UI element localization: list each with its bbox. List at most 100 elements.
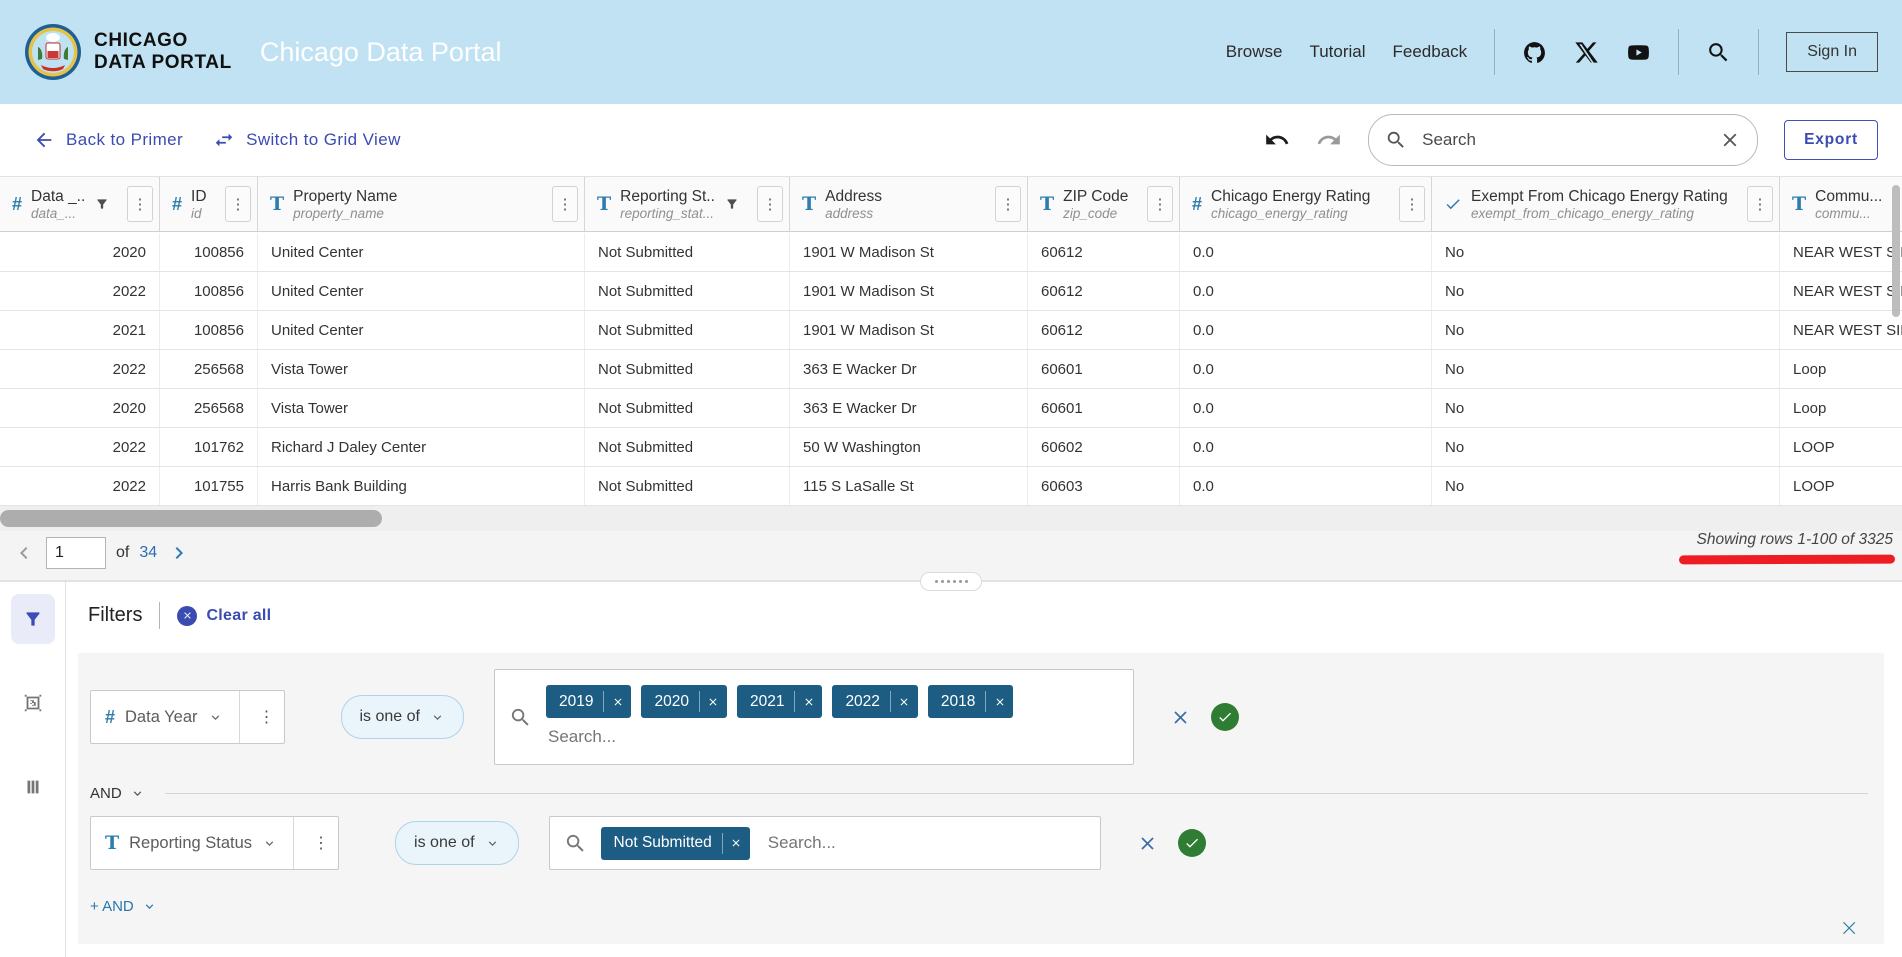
filters-tab-button[interactable]: [11, 594, 55, 644]
next-page-button[interactable]: [167, 541, 191, 565]
table-row[interactable]: 2022100856United CenterNot Submitted1901…: [0, 272, 1902, 311]
column-header[interactable]: TCommu...commu...: [1780, 177, 1902, 231]
table-row[interactable]: 2021100856United CenterNot Submitted1901…: [0, 311, 1902, 350]
filter-search-placeholder[interactable]: Search...: [768, 833, 836, 853]
remove-chip-button[interactable]: [723, 827, 750, 860]
filter-values-box[interactable]: 20192020202120222018Search...: [494, 669, 1134, 765]
column-header[interactable]: #IDid⋮: [160, 177, 258, 231]
clear-all-filters-button[interactable]: Clear all: [177, 606, 271, 626]
column-header[interactable]: #Chicago Energy Ratingchicago_energy_rat…: [1180, 177, 1432, 231]
number-type-icon: #: [105, 707, 115, 728]
filter-menu-button[interactable]: ⋮: [250, 691, 284, 743]
column-header[interactable]: TProperty Nameproperty_name⋮: [258, 177, 585, 231]
column-header[interactable]: #Data _...data_...⋮: [0, 177, 160, 231]
x-logo-icon[interactable]: [1574, 40, 1599, 65]
column-title: Exempt From Chicago Energy Rating: [1471, 188, 1728, 206]
table-row[interactable]: 2022101755Harris Bank BuildingNot Submit…: [0, 467, 1902, 506]
column-header[interactable]: TZIP Codezip_code⋮: [1028, 177, 1180, 231]
remove-chip-button[interactable]: [795, 685, 822, 718]
panel-drag-handle[interactable]: [920, 572, 982, 591]
column-menu-button[interactable]: ⋮: [757, 186, 783, 222]
table-cell: 0.0: [1180, 467, 1432, 505]
table-row[interactable]: 2020256568Vista TowerNot Submitted363 E …: [0, 389, 1902, 428]
columns-tab-button[interactable]: [11, 762, 55, 812]
clear-search-icon[interactable]: [1719, 129, 1741, 151]
close-filter-panel-button[interactable]: [1840, 918, 1860, 938]
column-menu-button[interactable]: ⋮: [1399, 186, 1425, 222]
remove-chip-button[interactable]: [604, 685, 631, 718]
column-menu-button[interactable]: ⋮: [1147, 186, 1173, 222]
youtube-icon[interactable]: [1626, 40, 1651, 65]
switch-to-grid-view-label: Switch to Grid View: [246, 130, 401, 150]
total-pages-link[interactable]: 34: [139, 544, 157, 562]
table-cell: 101762: [160, 428, 258, 466]
horizontal-scrollbar-track[interactable]: [0, 506, 1902, 531]
table-cell: 60612: [1028, 311, 1180, 349]
column-header[interactable]: TAddressaddress⋮: [790, 177, 1028, 231]
filter-chip: 2018: [928, 685, 1013, 718]
showing-rows-status: Showing rows 1-100 of 3325: [1697, 531, 1893, 549]
apply-filter-button[interactable]: [1211, 703, 1239, 731]
table-row[interactable]: 2022256568Vista TowerNot Submitted363 E …: [0, 350, 1902, 389]
filter-values-box[interactable]: Not SubmittedSearch...: [549, 816, 1101, 870]
table-cell: Not Submitted: [585, 389, 790, 427]
table-cell: 60602: [1028, 428, 1180, 466]
previous-page-button[interactable]: [12, 541, 36, 565]
undo-button[interactable]: [1264, 127, 1290, 153]
back-to-primer-link[interactable]: Back to Primer: [33, 129, 183, 151]
table-cell: 0.0: [1180, 233, 1432, 271]
nav-link-tutorial[interactable]: Tutorial: [1309, 42, 1365, 62]
remove-chip-button[interactable]: [700, 685, 727, 718]
column-menu-button[interactable]: ⋮: [995, 186, 1021, 222]
column-header[interactable]: Exempt From Chicago Energy Ratingexempt_…: [1432, 177, 1780, 231]
chevron-left-icon: [12, 541, 36, 565]
add-filter-button[interactable]: + AND: [90, 898, 157, 915]
column-header[interactable]: TReporting St...reporting_stat...⋮: [585, 177, 790, 231]
redo-button[interactable]: [1316, 127, 1342, 153]
table-cell: 60603: [1028, 467, 1180, 505]
operator-select[interactable]: is one of: [341, 695, 464, 739]
filter-column-select[interactable]: #Data Year⋮: [90, 690, 285, 744]
sign-in-button[interactable]: Sign In: [1786, 32, 1878, 72]
filter-chip: 2022: [832, 685, 917, 718]
back-to-primer-label: Back to Primer: [66, 130, 183, 150]
table-row[interactable]: 2022101762Richard J Daley CenterNot Subm…: [0, 428, 1902, 467]
remove-filter-button[interactable]: [1170, 707, 1191, 728]
table-cell: Harris Bank Building: [258, 467, 585, 505]
table-cell: No: [1432, 311, 1780, 349]
filter-menu-button[interactable]: ⋮: [304, 817, 338, 869]
vertical-scrollbar-thumb[interactable]: [1892, 185, 1900, 317]
apply-filter-button[interactable]: [1178, 829, 1206, 857]
chicago-seal-logo: [24, 23, 82, 81]
site-search-icon[interactable]: [1706, 40, 1731, 65]
switch-to-grid-view-link[interactable]: Switch to Grid View: [213, 129, 401, 151]
column-menu-button[interactable]: ⋮: [1747, 186, 1773, 222]
chip-line: Not SubmittedSearch...: [601, 827, 1100, 860]
table-search-input[interactable]: [1420, 129, 1706, 151]
filter-search-placeholder[interactable]: Search...: [548, 727, 1133, 747]
horizontal-scrollbar-thumb[interactable]: [0, 510, 382, 527]
of-label: of: [116, 544, 129, 562]
remove-filter-button[interactable]: [1137, 833, 1158, 854]
table-row[interactable]: 2020100856United CenterNot Submitted1901…: [0, 233, 1902, 272]
table-cell: Vista Tower: [258, 389, 585, 427]
column-title: Address: [825, 188, 882, 206]
remove-chip-button[interactable]: [986, 685, 1013, 718]
site-header: CHICAGO DATA PORTAL Chicago Data Portal …: [0, 0, 1902, 104]
annotation-red-underline: [1679, 555, 1895, 565]
nav-link-feedback[interactable]: Feedback: [1393, 42, 1468, 62]
filter-column-select[interactable]: TReporting Status⋮: [90, 816, 339, 870]
nav-link-browse[interactable]: Browse: [1226, 42, 1283, 62]
connector-label[interactable]: AND: [90, 785, 122, 802]
operator-select[interactable]: is one of: [395, 821, 518, 865]
column-title: Reporting St...: [620, 188, 716, 206]
page-number-input[interactable]: [46, 537, 106, 569]
column-menu-button[interactable]: ⋮: [225, 186, 251, 222]
github-icon[interactable]: [1522, 40, 1547, 65]
group-data-tab-button[interactable]: [11, 678, 55, 728]
export-button[interactable]: Export: [1784, 120, 1878, 160]
remove-chip-button[interactable]: [891, 685, 918, 718]
column-menu-button[interactable]: ⋮: [127, 186, 153, 222]
column-menu-button[interactable]: ⋮: [552, 186, 578, 222]
table-cell: 0.0: [1180, 389, 1432, 427]
